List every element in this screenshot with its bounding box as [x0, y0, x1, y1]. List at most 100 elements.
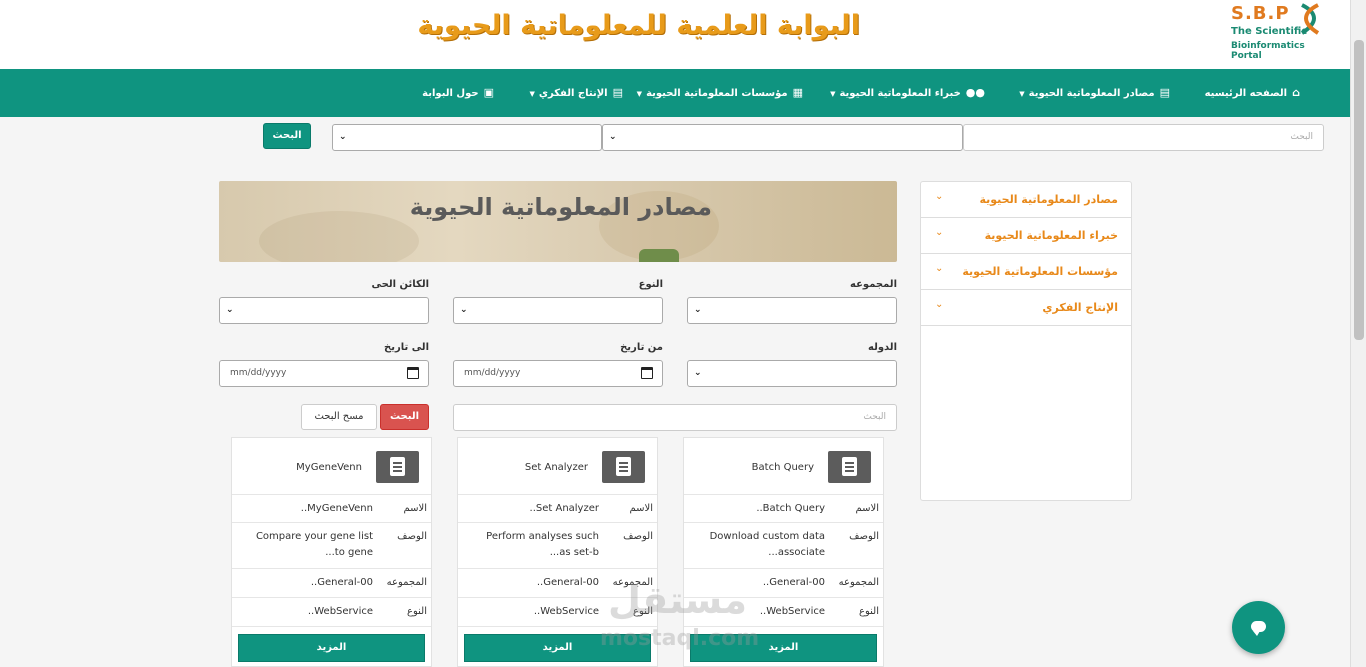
nav-about-label: حول البوابة: [422, 88, 479, 99]
card-desc-label: الوصف: [623, 531, 653, 542]
logo-abbr: S.B.P: [1231, 3, 1290, 24]
calendar-icon[interactable]: [641, 367, 653, 379]
sidebar-item-label: خبراء المعلوماتية الحيوية: [984, 229, 1118, 242]
nav-sources-label: مصادر المعلوماتية الحيوية: [1028, 88, 1155, 99]
users-icon: ●●: [965, 86, 985, 99]
top-search-placeholder: البحث: [1290, 131, 1313, 142]
nav-production[interactable]: ▤ الإنتاج الفكري▼: [529, 69, 623, 117]
sidebar-item-experts[interactable]: خبراء المعلوماتية الحيوية ⌄: [921, 218, 1131, 254]
nav-sources[interactable]: ▤ مصادر المعلوماتية الحيوية▼: [1019, 69, 1170, 117]
more-button[interactable]: المزيد: [464, 634, 651, 662]
from-date-input[interactable]: mm/dd/yyyy: [453, 360, 663, 387]
logo-line1: The Scientific: [1231, 26, 1308, 37]
card-name-value: MyGeneVenn..: [300, 503, 373, 514]
card-desc-value: Download custom data associate...: [709, 531, 825, 558]
country-select[interactable]: ⌄: [687, 360, 897, 387]
card-collection-label: المجموعه: [612, 577, 653, 588]
id-card-icon: ▣: [483, 86, 494, 99]
nav-about[interactable]: ▣ حول البوابة: [422, 69, 494, 117]
from-date-placeholder: mm/dd/yyyy: [464, 367, 521, 378]
card-desc-value: Perform analyses such as set-b...: [486, 531, 599, 558]
card-collection-value: 00-General..: [310, 577, 373, 588]
caret-down-icon: ▼: [529, 90, 535, 98]
organism-select[interactable]: ⌄: [219, 297, 429, 324]
sidebar-item-production[interactable]: الإنتاج الفكري ⌄: [921, 290, 1131, 326]
card-type-value: WebService..: [533, 606, 599, 617]
clear-search-button[interactable]: مسح البحث: [301, 404, 377, 430]
type-select[interactable]: ⌄: [453, 297, 663, 324]
card-title: Batch Query: [751, 462, 814, 473]
card-title: MyGeneVenn: [296, 462, 362, 473]
collection-label: المجموعه: [850, 279, 897, 290]
nav-production-label: الإنتاج الفكري: [538, 88, 608, 99]
caret-down-icon: ▼: [1019, 90, 1025, 98]
logo-line2: Bioinformatics Portal: [1231, 41, 1305, 61]
sidebar-panel: مصادر المعلوماتية الحيوية ⌄ خبراء المعلو…: [920, 181, 1132, 501]
chat-icon: [1251, 621, 1266, 636]
card-row-name: الاسم Set Analyzer..: [458, 495, 657, 523]
card-header: Set Analyzer: [458, 438, 657, 495]
card-row-desc: الوصف Perform analyses such as set-b...: [458, 523, 657, 569]
chevron-down-icon: ⌄: [935, 191, 944, 202]
card-row-collection: المجموعه 00-General..: [232, 569, 431, 598]
card-name-label: الاسم: [403, 503, 427, 514]
card-row-name: الاسم MyGeneVenn..: [232, 495, 431, 523]
card-collection-label: المجموعه: [386, 577, 427, 588]
card-name-value: Batch Query..: [756, 503, 825, 514]
to-date-input[interactable]: mm/dd/yyyy: [219, 360, 429, 387]
caret-down-icon: ▼: [830, 90, 836, 98]
newspaper-icon: ▤: [612, 86, 623, 99]
card-title: Set Analyzer: [524, 462, 588, 473]
chevron-down-icon: ⌄: [609, 131, 617, 142]
nav-experts[interactable]: ●● خبراء المعلوماتية الحيوية▼: [830, 69, 985, 117]
card-row-type: النوع WebService..: [458, 598, 657, 627]
site-logo[interactable]: S.B.P The Scientific Bioinformatics Port…: [1228, 3, 1338, 63]
page-scrollbar[interactable]: [1350, 0, 1366, 667]
document-icon: [376, 451, 419, 483]
card-desc-value: Compare your gene list to gene...: [255, 531, 373, 558]
sidebar-item-label: مؤسسات المعلوماتية الحيوية: [962, 265, 1118, 278]
resource-card: MyGeneVenn الاسم MyGeneVenn.. الوصف Comp…: [231, 437, 432, 667]
nav-home[interactable]: ⌂ الصفحه الرئيسيه: [1205, 69, 1300, 117]
calendar-icon[interactable]: [407, 367, 419, 379]
top-select-2[interactable]: ⌄: [332, 124, 602, 151]
organism-label: الكائن الحى: [371, 279, 430, 290]
filter-search-button[interactable]: البحث: [380, 404, 429, 430]
more-button[interactable]: المزيد: [238, 634, 425, 662]
card-name-label: الاسم: [855, 503, 879, 514]
main-nav: ⌂ الصفحه الرئيسيه ▤ مصادر المعلوماتية الحي…: [0, 69, 1350, 117]
filter-search-placeholder: البحث: [863, 411, 886, 422]
sidebar-item-institutions[interactable]: مؤسسات المعلوماتية الحيوية ⌄: [921, 254, 1131, 290]
nav-experts-label: خبراء المعلوماتية الحيوية: [839, 88, 961, 99]
document-icon: [602, 451, 645, 483]
collection-select[interactable]: ⌄: [687, 297, 897, 324]
more-button[interactable]: المزيد: [690, 634, 877, 662]
site-title: البوابة العلمية للمعلوماتية الحيوية: [417, 10, 860, 41]
top-search-button[interactable]: البحث: [263, 123, 311, 149]
scrollbar-thumb[interactable]: [1354, 40, 1364, 340]
card-row-type: النوع WebService..: [684, 598, 883, 627]
home-icon: ⌂: [1292, 86, 1300, 99]
resource-card: Batch Query الاسم Batch Query.. الوصف Do…: [683, 437, 884, 667]
chevron-down-icon: ⌄: [935, 227, 944, 238]
chat-button[interactable]: [1232, 601, 1285, 654]
resource-card: Set Analyzer الاسم Set Analyzer.. الوصف …: [457, 437, 658, 667]
filter-search-input[interactable]: البحث: [453, 404, 897, 431]
sidebar-item-sources[interactable]: مصادر المعلوماتية الحيوية ⌄: [921, 182, 1131, 218]
card-row-type: النوع WebService..: [232, 598, 431, 627]
top-select-1[interactable]: ⌄: [602, 124, 963, 151]
to-date-placeholder: mm/dd/yyyy: [230, 367, 287, 378]
banner-title: مصادر المعلوماتية الحيوية: [409, 193, 712, 221]
card-row-desc: الوصف Compare your gene list to gene...: [232, 523, 431, 569]
card-desc-label: الوصف: [849, 531, 879, 542]
nav-home-label: الصفحه الرئيسيه: [1204, 88, 1288, 99]
card-type-value: WebService..: [759, 606, 825, 617]
dna-logo-icon: [1300, 3, 1320, 35]
section-banner: مصادر المعلوماتية الحيوية: [219, 181, 897, 262]
nav-institutions[interactable]: ▦ مؤسسات المعلوماتية الحيوية▼: [637, 69, 803, 117]
top-search-input[interactable]: البحث: [963, 124, 1324, 151]
caret-down-icon: ▼: [636, 90, 643, 98]
card-row-desc: الوصف Download custom data associate...: [684, 523, 883, 569]
card-row-collection: المجموعه 00-General..: [458, 569, 657, 598]
nav-institutions-label: مؤسسات المعلوماتية الحيوية: [646, 88, 788, 99]
